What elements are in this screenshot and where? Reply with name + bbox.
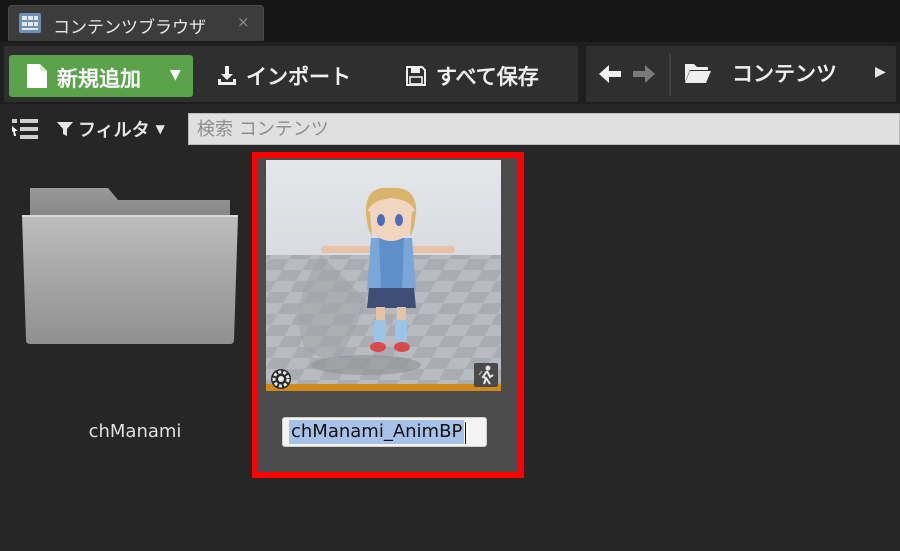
animation-icon — [474, 363, 498, 387]
rename-input[interactable]: chManami_AnimBP — [282, 417, 487, 447]
document-icon — [27, 64, 47, 88]
path-label: コンテンツ — [732, 62, 837, 86]
folder-open-icon — [685, 64, 711, 83]
character-thumbnail — [266, 160, 501, 390]
content-browser-icon — [19, 13, 41, 33]
filters-label: フィルタ — [78, 120, 150, 141]
toolbar-actions: 新規追加 ▼ インポート すべて保存 — [4, 46, 578, 102]
chevron-down-icon: ▼ — [155, 122, 165, 136]
download-icon — [218, 66, 236, 85]
folder-icon[interactable] — [20, 188, 240, 344]
asset-type-color-bar — [266, 384, 501, 391]
arrow-right-icon[interactable] — [630, 60, 658, 88]
chevron-right-icon[interactable]: ▶ — [875, 64, 886, 80]
gear-icon — [271, 369, 291, 389]
import-button[interactable]: インポート — [216, 56, 351, 96]
toolbar-divider — [669, 54, 671, 96]
asset-name-selection: chManami_AnimBP — [289, 420, 465, 444]
save-all-label: すべて保存 — [436, 65, 539, 89]
path-segment-content[interactable]: コンテンツ — [684, 52, 837, 94]
chevron-down-icon: ▼ — [170, 67, 181, 83]
import-label: インポート — [246, 65, 351, 89]
add-new-button[interactable]: 新規追加 ▼ — [9, 55, 193, 97]
search-input[interactable] — [188, 113, 900, 145]
save-all-button[interactable]: すべて保存 — [406, 56, 539, 96]
arrow-left-icon[interactable] — [596, 60, 624, 88]
save-icon — [406, 66, 426, 86]
list-view-icon[interactable] — [12, 118, 40, 140]
funnel-icon — [57, 122, 73, 136]
tab-content-browser[interactable]: コンテンツブラウザ × — [8, 5, 264, 41]
close-icon[interactable]: × — [237, 13, 250, 31]
add-new-label: 新規追加 — [57, 67, 141, 91]
text-caret — [465, 421, 467, 444]
folder-name[interactable]: chManami — [60, 421, 210, 442]
filters-button[interactable]: フィルタ ▼ — [57, 116, 165, 142]
tab-title: コンテンツブラウザ — [53, 18, 206, 38]
